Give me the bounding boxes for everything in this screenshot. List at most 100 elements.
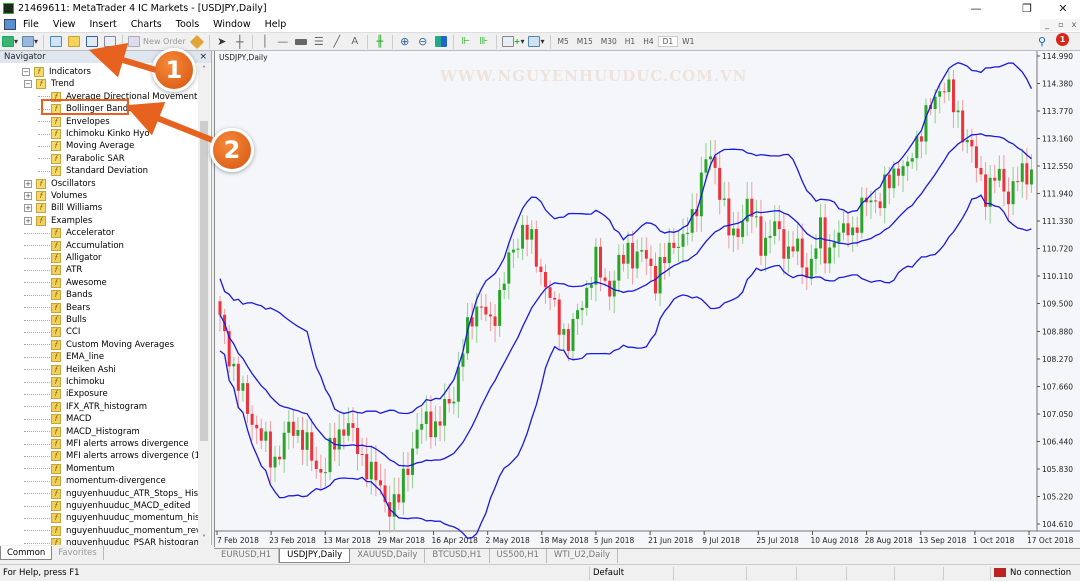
tree-item-macd-histogram[interactable]: f MACD_Histogram: [24, 426, 140, 438]
tree-item-nguyenhuuduc-psar-histogram[interactable]: f nguyenhuuduc_PSAR histogram: [24, 537, 198, 545]
market-watch-button[interactable]: [49, 34, 63, 49]
expand-icon[interactable]: +: [24, 204, 32, 213]
zoom-out-button[interactable]: ⊖: [416, 34, 430, 49]
collapse-icon[interactable]: −: [22, 68, 30, 76]
menu-window[interactable]: Window: [206, 19, 257, 30]
tree-item-examples[interactable]: + f Examples: [24, 215, 92, 227]
timeframe-m30[interactable]: M30: [597, 37, 621, 46]
text-tool[interactable]: A: [348, 34, 362, 49]
tree-item-momentum-divergence[interactable]: f momentum-divergence: [24, 475, 166, 487]
tree-item-mfi-alerts-arrows-divergence[interactable]: f MFI alerts arrows divergence: [24, 438, 189, 450]
tree-item-bill-williams[interactable]: + f Bill Williams: [24, 202, 102, 214]
mdi-minimize-button[interactable]: _: [1040, 19, 1054, 31]
expand-icon[interactable]: +: [24, 216, 32, 225]
tree-item-custom-moving-averages[interactable]: f Custom Moving Averages: [24, 339, 174, 351]
tree-item-ifx-atr-histogram[interactable]: f IFX_ATR_histogram: [24, 401, 147, 413]
tab-common[interactable]: Common: [0, 546, 53, 560]
tree-item-awesome[interactable]: f Awesome: [24, 277, 107, 289]
tree-item-ema-line[interactable]: f EMA_line: [24, 351, 104, 363]
mdi-restore-button[interactable]: ▫: [1054, 19, 1068, 31]
restore-button[interactable]: ❐: [1012, 0, 1042, 17]
tree-item-alligator[interactable]: f Alligator: [24, 252, 102, 264]
timeframe-m5[interactable]: M5: [554, 37, 573, 46]
timeframe-m15[interactable]: M15: [573, 37, 597, 46]
menu-view[interactable]: View: [46, 19, 83, 30]
tree-item-bears[interactable]: f Bears: [24, 302, 90, 314]
chart-window-icon[interactable]: [4, 19, 16, 30]
tree-item-standard-deviation[interactable]: f Standard Deviation: [38, 165, 148, 177]
terminal-button[interactable]: [85, 34, 99, 49]
trendline-tool[interactable]: ╱: [330, 34, 344, 49]
indicators-button[interactable]: + ▾: [501, 34, 524, 49]
new-chart-button[interactable]: ▾: [2, 34, 18, 49]
profiles-button[interactable]: ▾: [22, 34, 38, 49]
notifications-button[interactable]: 1: [1056, 33, 1069, 46]
tree-item-nguyenhuuduc-atr-stops-histogram[interactable]: f nguyenhuuduc_ATR_Stops_ Histogram: [24, 488, 198, 500]
tree-item-cci[interactable]: f CCI: [24, 326, 80, 338]
timeframe-h4[interactable]: H4: [639, 37, 657, 46]
candlesticks-button[interactable]: ╫: [373, 34, 387, 49]
crosshair-tool[interactable]: ┼: [233, 34, 247, 49]
navigator-button[interactable]: [67, 34, 81, 49]
minimize-button[interactable]: —: [961, 0, 991, 17]
chart-window[interactable]: 114.990 114.380 113.770 113.160 112.550 111.9…: [214, 51, 1080, 547]
tree-item-accelerator[interactable]: f Accelerator: [24, 227, 115, 239]
timeframe-d1[interactable]: D1: [657, 36, 679, 47]
tree-item-envelopes[interactable]: f Envelopes: [38, 116, 110, 128]
timeframe-w1[interactable]: W1: [678, 37, 698, 46]
scroll-down-icon[interactable]: ˅: [198, 534, 210, 543]
menu-file[interactable]: File: [16, 19, 46, 30]
vertical-line-tool[interactable]: │: [258, 34, 272, 49]
tile-windows-button[interactable]: [434, 34, 448, 49]
tree-item-momentum[interactable]: f Momentum: [24, 463, 114, 475]
menu-tools[interactable]: Tools: [169, 19, 206, 30]
new-order-button[interactable]: New Order: [128, 34, 186, 49]
tree-item-accumulation[interactable]: f Accumulation: [24, 240, 124, 252]
templates-button[interactable]: ▾: [528, 34, 545, 49]
tree-item-parabolic-sar[interactable]: f Parabolic SAR: [38, 153, 125, 165]
collapse-icon[interactable]: −: [24, 80, 32, 89]
mdi-close-button[interactable]: x: [1067, 19, 1080, 31]
expand-icon[interactable]: +: [24, 192, 32, 200]
tree-item-trend[interactable]: − f Trend: [24, 78, 74, 90]
channel-tool[interactable]: ☰: [312, 34, 326, 49]
tree-item-bulls[interactable]: f Bulls: [24, 314, 86, 326]
menu-charts[interactable]: Charts: [124, 19, 169, 30]
candlestick-chart[interactable]: 114.990 114.380 113.770 113.160 112.550 111.9…: [215, 51, 1080, 547]
tree-item-atr[interactable]: f ATR: [24, 264, 82, 276]
tree-item-oscillators[interactable]: + f Oscillators: [24, 178, 96, 190]
auto-scroll-button[interactable]: ⊪: [477, 34, 491, 49]
tree-item-mfi-alerts-arrows-divergence-1[interactable]: f MFI alerts arrows divergence (1): [24, 450, 198, 462]
tree-item-ichimoku-kinko-hyo[interactable]: f Ichimoku Kinko Hyo: [38, 128, 150, 140]
cursor-tool[interactable]: ➤: [215, 34, 229, 49]
chart-tab-xauusd[interactable]: XAUUSD,Daily: [350, 549, 426, 563]
tree-item-ichimoku[interactable]: f Ichimoku: [24, 376, 104, 388]
autotrading-button[interactable]: [189, 34, 204, 49]
navigator-scrollbar[interactable]: ˄ ˅: [198, 63, 210, 545]
timeframe-h1[interactable]: H1: [621, 37, 639, 46]
tree-item-nguyenhuuduc-macd-edited[interactable]: f nguyenhuuduc_MACD_edited: [24, 500, 190, 512]
close-button[interactable]: ✕: [1048, 0, 1078, 17]
chart-tab-eurusd[interactable]: EURUSD,H1: [214, 549, 280, 563]
scroll-up-icon[interactable]: ˄: [198, 65, 210, 74]
tree-item-moving-average[interactable]: f Moving Average: [38, 140, 134, 152]
chart-tab-btcusd[interactable]: BTCUSD,H1: [425, 549, 490, 563]
chart-tab-us500[interactable]: US500,H1: [490, 549, 547, 563]
chart-tab-usdjpy[interactable]: USDJPY,Daily: [279, 549, 351, 563]
tree-item-volumes[interactable]: + f Volumes: [24, 190, 87, 202]
rectangle-tool[interactable]: [294, 34, 308, 49]
tree-item-iexposure[interactable]: f iExposure: [24, 388, 108, 400]
tree-item-indicators[interactable]: − f Indicators: [22, 66, 91, 78]
chart-tab-wti[interactable]: WTI_U2,Daily: [547, 549, 619, 563]
menu-help[interactable]: Help: [258, 19, 294, 30]
zoom-in-button[interactable]: ⊕: [398, 34, 412, 49]
chart-shift-button[interactable]: ⊩: [459, 34, 473, 49]
scrollbar-thumb[interactable]: [200, 121, 208, 441]
tree-item-heiken-ashi[interactable]: f Heiken Ashi: [24, 364, 116, 376]
tree-item-nguyenhuuduc-momentum-reversal[interactable]: f nguyenhuuduc_momentum_reversal: [24, 525, 198, 537]
menu-insert[interactable]: Insert: [82, 19, 123, 30]
tab-favorites[interactable]: Favorites: [52, 546, 104, 560]
strategy-tester-button[interactable]: [103, 34, 117, 49]
expand-icon[interactable]: +: [24, 179, 32, 188]
tree-item-nguyenhuuduc-momentum-his[interactable]: f nguyenhuuduc_momentum_his: [24, 512, 198, 524]
